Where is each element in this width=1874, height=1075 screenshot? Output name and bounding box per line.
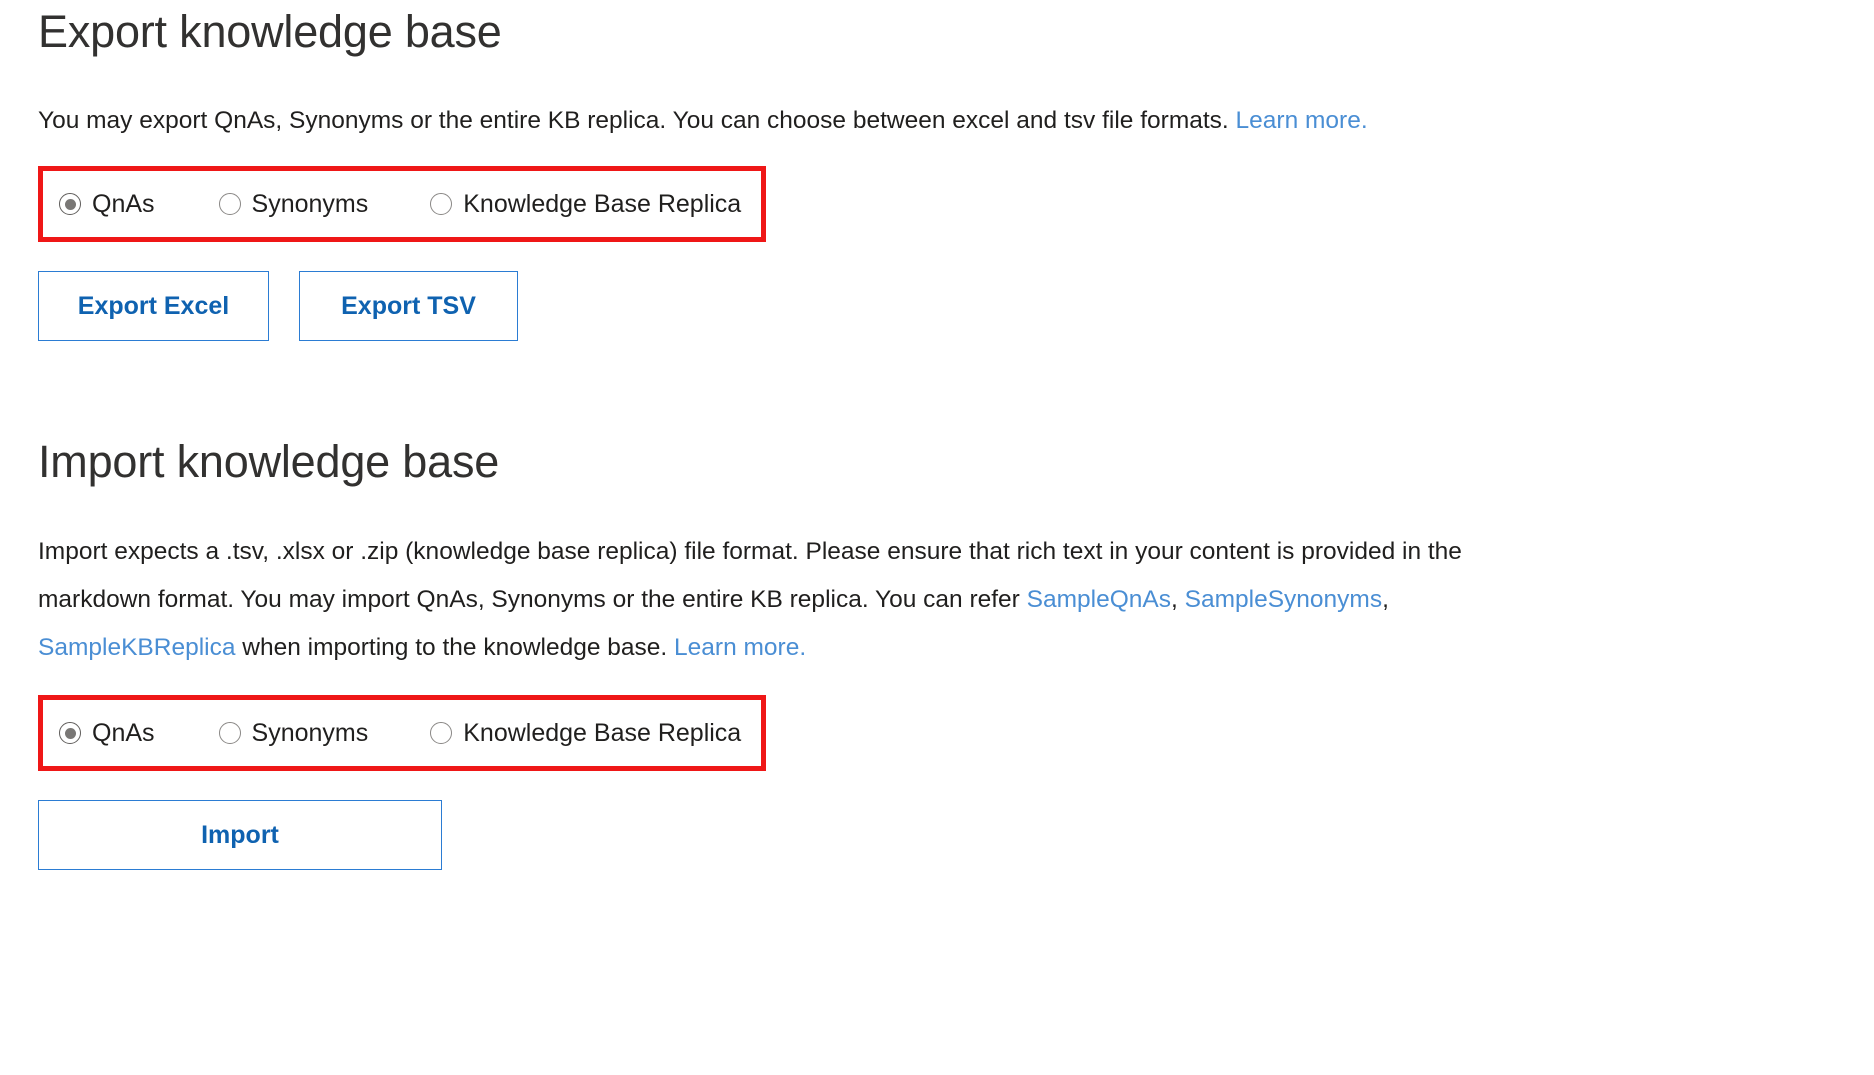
export-format-radio-group: QnAs Synonyms Knowledge Base Replica — [38, 166, 767, 243]
import-button-row: Import — [38, 800, 1518, 871]
export-excel-button[interactable]: Export Excel — [38, 271, 269, 342]
export-radio-synonyms-label: Synonyms — [251, 190, 369, 219]
export-description-text: You may export QnAs, Synonyms or the ent… — [38, 107, 1236, 135]
import-radio-qnas-label: QnAs — [92, 719, 155, 748]
import-section-description: Import expects a .tsv, .xlsx or .zip (kn… — [38, 528, 1518, 672]
export-radio-qnas[interactable]: QnAs — [59, 189, 155, 219]
export-radio-synonyms[interactable]: Synonyms — [218, 189, 369, 219]
export-section-description: You may export QnAs, Synonyms or the ent… — [38, 97, 1368, 145]
import-description-separator-1: , — [1171, 586, 1185, 614]
radio-selected-icon — [59, 193, 81, 216]
sample-qnas-link[interactable]: SampleQnAs — [1027, 586, 1171, 613]
export-knowledge-base-section: Export knowledge base You may export QnA… — [38, 6, 1368, 342]
import-radio-qnas[interactable]: QnAs — [59, 718, 155, 748]
export-learn-more-link[interactable]: Learn more. — [1236, 107, 1368, 134]
export-radio-knowledge-base-replica[interactable]: Knowledge Base Replica — [430, 189, 741, 219]
import-radio-synonyms[interactable]: Synonyms — [218, 718, 369, 748]
import-radio-knowledge-base-replica-label: Knowledge Base Replica — [463, 719, 742, 748]
import-button[interactable]: Import — [38, 800, 442, 871]
import-format-radio-group: QnAs Synonyms Knowledge Base Replica — [38, 695, 767, 772]
import-section-heading: Import knowledge base — [38, 436, 500, 487]
export-import-knowledge-base-page: Export knowledge base You may export QnA… — [0, 0, 1874, 1075]
import-radio-synonyms-label: Synonyms — [251, 719, 369, 748]
radio-unselected-icon — [430, 193, 453, 216]
export-radio-knowledge-base-replica-label: Knowledge Base Replica — [463, 190, 742, 219]
export-tsv-button[interactable]: Export TSV — [299, 271, 518, 342]
sample-synonyms-link[interactable]: SampleSynonyms — [1185, 586, 1382, 613]
sample-kbreplica-link[interactable]: SampleKBReplica — [38, 634, 235, 661]
export-radio-qnas-label: QnAs — [92, 190, 155, 219]
export-button-row: Export Excel Export TSV — [38, 271, 1368, 342]
import-description-text-part2: when importing to the knowledge base. — [235, 634, 675, 662]
export-section-heading: Export knowledge base — [38, 6, 502, 57]
import-radio-knowledge-base-replica[interactable]: Knowledge Base Replica — [430, 718, 741, 748]
radio-unselected-icon — [218, 722, 241, 745]
radio-unselected-icon — [430, 722, 453, 745]
radio-unselected-icon — [218, 193, 241, 216]
import-learn-more-link[interactable]: Learn more. — [674, 634, 806, 661]
import-knowledge-base-section: Import knowledge base Import expects a .… — [38, 436, 1518, 871]
radio-selected-icon — [59, 722, 81, 745]
import-description-separator-2: , — [1382, 586, 1389, 614]
